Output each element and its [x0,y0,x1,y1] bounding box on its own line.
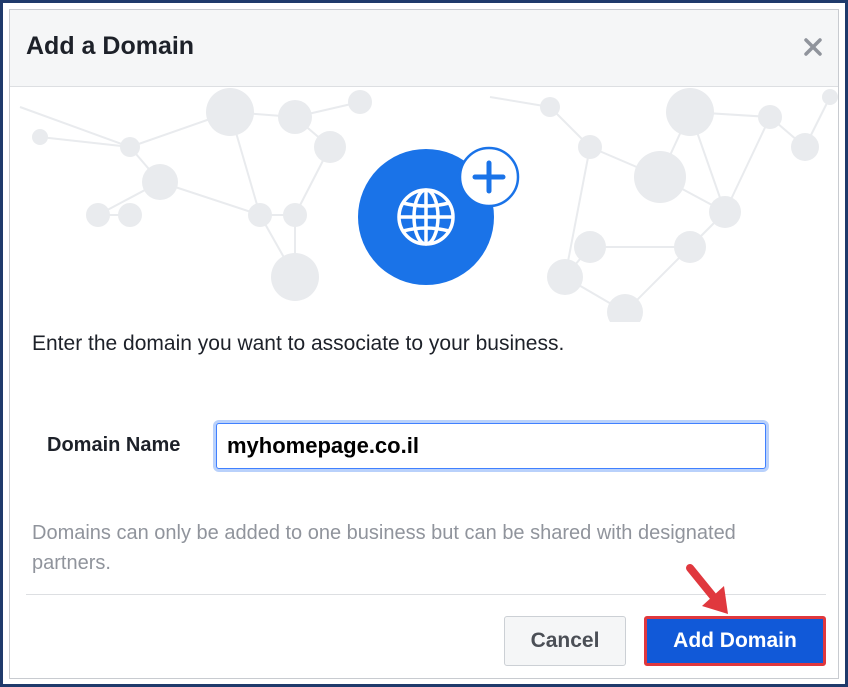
plus-icon [458,146,520,208]
dialog-title: Add a Domain [26,32,195,60]
globe-badge [358,143,528,293]
add-domain-dialog: Add a Domain Enter the domain you want t… [9,9,839,679]
globe-icon [397,188,455,246]
dialog-header: Add a Domain [10,10,838,87]
hero-illustration [10,87,838,322]
domain-prompt: Enter the domain you want to associate t… [32,332,565,355]
pointer-arrow-icon [686,564,728,614]
cancel-button[interactable]: Cancel [504,616,626,666]
screenshot-frame: Add a Domain Enter the domain you want t… [0,0,848,687]
domain-name-input[interactable] [216,423,766,469]
domain-name-label: Domain Name [47,434,181,456]
add-domain-button[interactable]: Add Domain [644,616,826,666]
domain-sharing-note: Domains can only be added to one busines… [32,522,736,574]
close-icon[interactable] [800,34,826,60]
